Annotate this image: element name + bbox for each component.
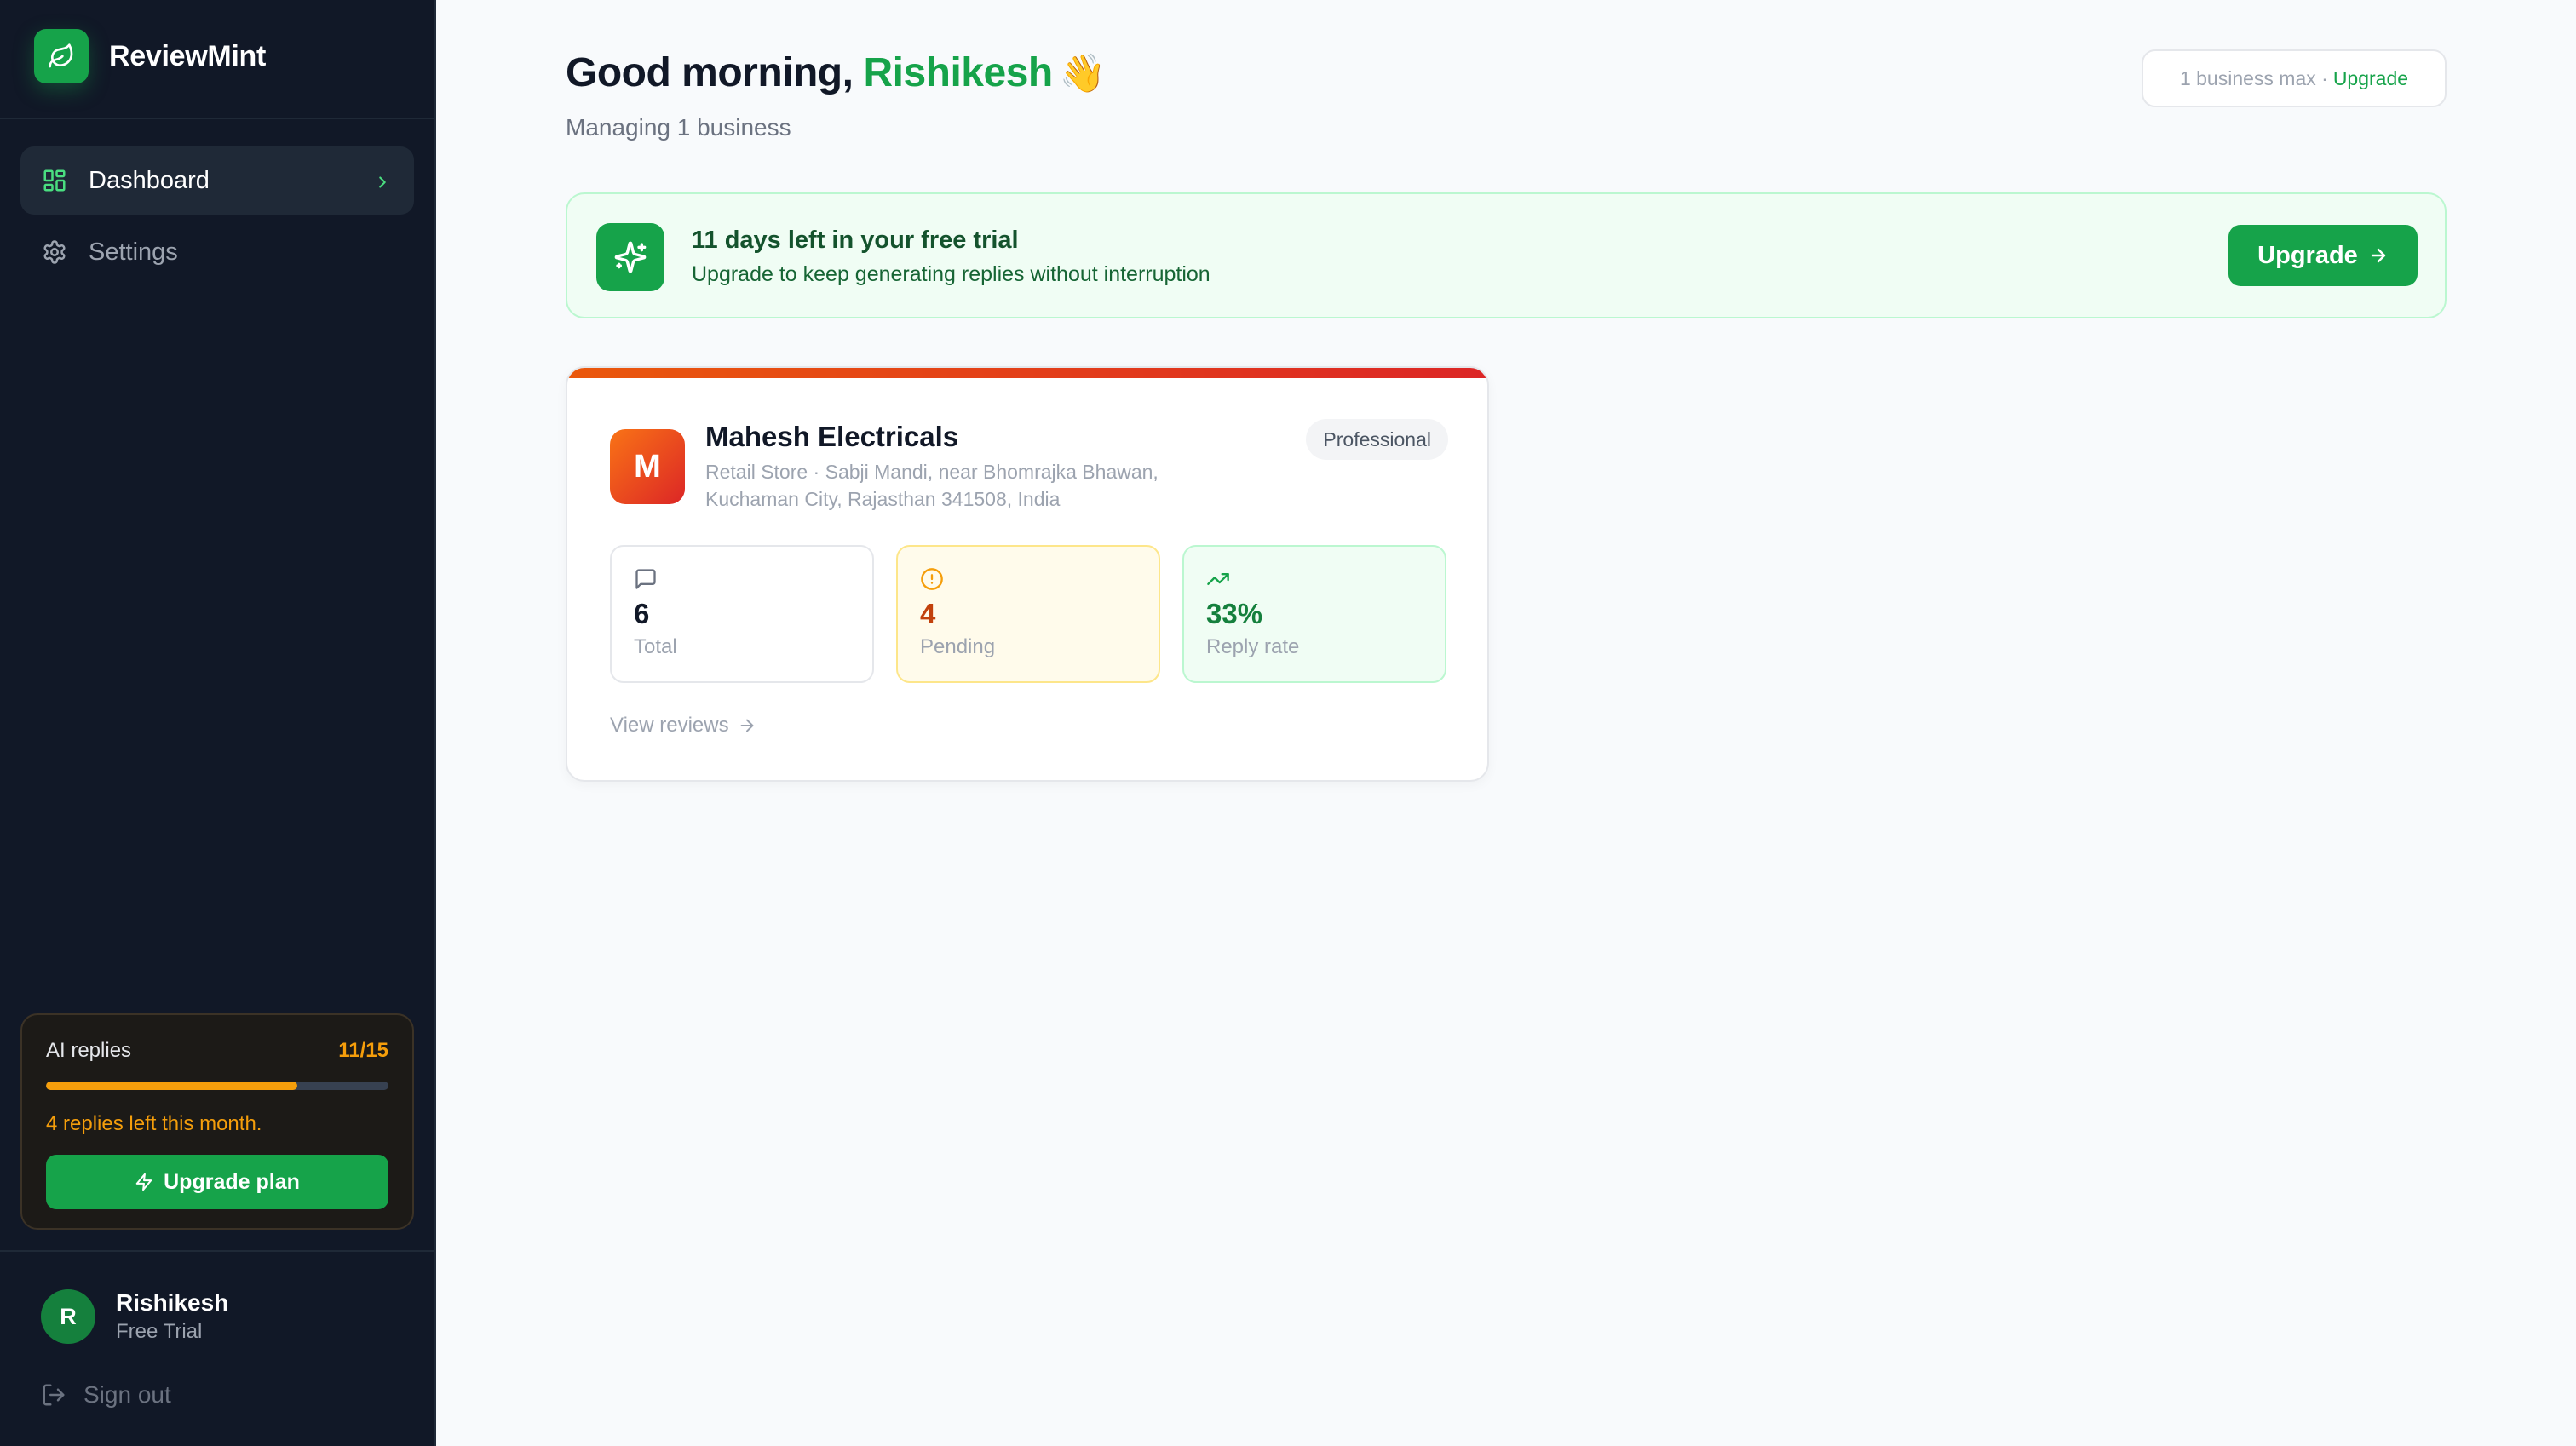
gear-icon bbox=[41, 238, 68, 266]
sidebar-divider bbox=[0, 1250, 434, 1252]
user-plan: Free Trial bbox=[116, 1320, 203, 1343]
business-limit-text: 1 business max · bbox=[2179, 66, 2328, 89]
brand-name: ReviewMint bbox=[109, 39, 267, 72]
trial-subtitle: Upgrade to keep generating replies witho… bbox=[692, 262, 1210, 286]
ai-replies-quota-card: AI replies 11/15 4 replies left this mon… bbox=[20, 1013, 414, 1230]
dashboard-grid-icon bbox=[41, 167, 68, 194]
waving-hand-icon: 👋 bbox=[1059, 51, 1107, 95]
stat-value: 4 bbox=[920, 598, 936, 629]
stat-total-reviews: 6 Total bbox=[610, 545, 874, 683]
view-reviews-link[interactable]: View reviews bbox=[610, 714, 756, 737]
lightning-icon bbox=[135, 1173, 152, 1191]
business-address: Retail Store · Sabji Mandi, near Bhomraj… bbox=[705, 461, 1159, 510]
view-reviews-label: View reviews bbox=[610, 714, 729, 737]
business-avatar: M bbox=[610, 429, 685, 504]
trial-banner: 11 days left in your free trial Upgrade … bbox=[566, 192, 2447, 318]
sidebar-divider bbox=[0, 118, 434, 119]
quota-progress-bar bbox=[46, 1082, 388, 1090]
sidebar: ReviewMint Dashboard Settings AI replies… bbox=[0, 0, 436, 1446]
sidebar-item-label: Settings bbox=[89, 238, 178, 266]
plan-badge: Professional bbox=[1306, 419, 1448, 460]
upgrade-button[interactable]: Upgrade bbox=[2228, 225, 2418, 286]
quota-note: 4 replies left this month. bbox=[46, 1112, 262, 1135]
greeting-name: Rishikesh bbox=[863, 50, 1053, 95]
arrow-right-icon bbox=[740, 719, 754, 732]
quota-count: 11/15 bbox=[338, 1039, 388, 1062]
quota-label: AI replies bbox=[46, 1039, 132, 1062]
upgrade-plan-label: Upgrade plan bbox=[164, 1169, 300, 1194]
business-limit-badge: 1 business max · Upgrade bbox=[2142, 49, 2447, 107]
stat-pending-reviews: 4 Pending bbox=[896, 545, 1160, 683]
chevron-right-icon bbox=[373, 170, 392, 198]
business-limit-upgrade-link[interactable]: Upgrade bbox=[2333, 67, 2408, 90]
quota-progress-fill bbox=[46, 1082, 297, 1090]
sparkles-icon bbox=[596, 223, 664, 291]
trending-up-icon bbox=[1206, 567, 1423, 593]
user-profile[interactable]: R Rishikesh Free Trial bbox=[41, 1289, 228, 1344]
business-name: Mahesh Electricals bbox=[705, 421, 959, 452]
page-subtitle: Managing 1 business bbox=[566, 114, 791, 141]
stat-label: Total bbox=[634, 635, 677, 658]
sidebar-item-settings[interactable]: Settings bbox=[20, 218, 414, 286]
stat-label: Pending bbox=[920, 635, 996, 658]
page-title: Good morning, Rishikesh 👋 bbox=[566, 49, 1107, 96]
user-name: Rishikesh bbox=[116, 1289, 229, 1316]
alert-circle-icon bbox=[920, 567, 1136, 593]
brand[interactable]: ReviewMint bbox=[34, 29, 266, 83]
logout-icon bbox=[43, 1384, 65, 1406]
trial-title: 11 days left in your free trial bbox=[692, 227, 1019, 254]
greeting-text: Good morning, bbox=[566, 50, 854, 95]
upgrade-button-label: Upgrade bbox=[2257, 241, 2358, 269]
upgrade-plan-button[interactable]: Upgrade plan bbox=[46, 1155, 388, 1209]
stat-value: 33% bbox=[1206, 598, 1263, 629]
sign-out-label: Sign out bbox=[83, 1381, 171, 1408]
sign-out-button[interactable]: Sign out bbox=[41, 1381, 171, 1409]
avatar: R bbox=[41, 1289, 95, 1344]
message-icon bbox=[634, 567, 850, 593]
business-card[interactable]: M Mahesh Electricals Retail Store · Sabj… bbox=[566, 366, 1489, 782]
sidebar-item-label: Dashboard bbox=[89, 166, 210, 194]
leaf-logo-icon bbox=[34, 29, 89, 83]
business-card-accent-bar bbox=[567, 368, 1487, 378]
stat-label: Reply rate bbox=[1206, 635, 1300, 658]
sidebar-item-dashboard[interactable]: Dashboard bbox=[20, 146, 414, 215]
stat-value: 6 bbox=[634, 598, 650, 629]
stat-reply-rate: 33% Reply rate bbox=[1182, 545, 1446, 683]
arrow-right-icon bbox=[2371, 248, 2386, 263]
